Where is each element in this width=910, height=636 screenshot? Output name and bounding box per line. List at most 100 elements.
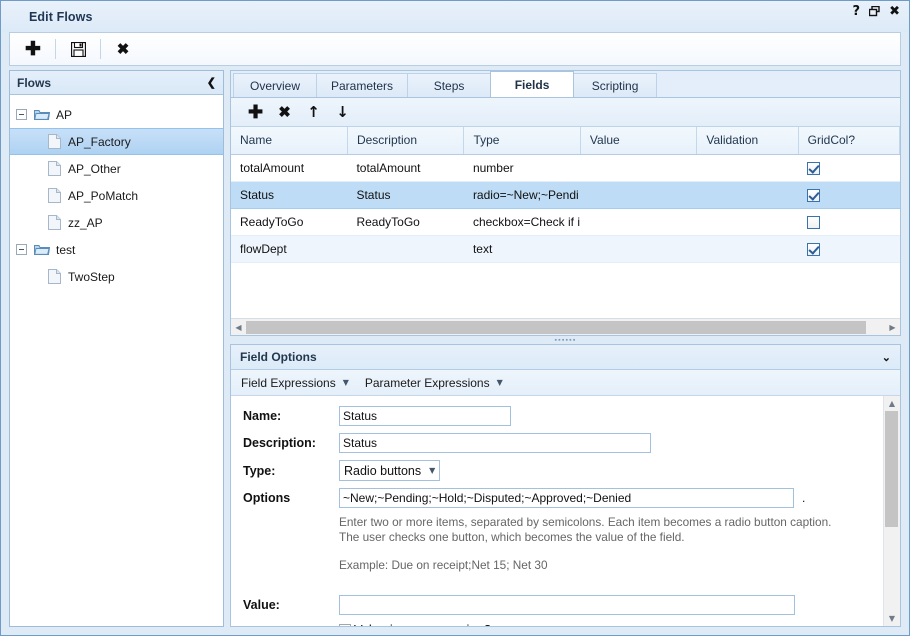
- tree-item-test[interactable]: test: [10, 236, 223, 263]
- help-icon[interactable]: ?: [853, 5, 861, 18]
- tree-item-twostep[interactable]: TwoStep: [10, 263, 223, 290]
- cell-type: checkbox=Check if it: [464, 208, 580, 235]
- value-is-expression-checkbox[interactable]: [339, 624, 351, 627]
- tree-item-ap[interactable]: AP: [10, 101, 223, 128]
- tab-parameters[interactable]: Parameters: [316, 73, 408, 97]
- description-label: Description:: [243, 436, 339, 450]
- scroll-up-icon[interactable]: ▲: [884, 396, 900, 411]
- tab-label: Overview: [250, 79, 300, 93]
- table-row[interactable]: StatusStatusradio=~New;~Pendi: [231, 181, 900, 208]
- restore-icon[interactable]: [869, 6, 880, 17]
- cell-validation: [697, 154, 798, 181]
- flow-editor-panel: Overview ParametersSteps Fields Scripting ✚…: [230, 70, 901, 627]
- grid-column-name[interactable]: Name: [231, 127, 347, 154]
- scroll-down-icon[interactable]: ▼: [884, 611, 900, 626]
- help-line-1: Enter two or more items, separated by se…: [339, 515, 883, 530]
- field-options-form: Name: Description: Type: Radio buttons ▼: [231, 396, 883, 626]
- value-is-expression-label: Value is an expression?: [354, 622, 491, 626]
- tab-overview[interactable]: Overview: [233, 73, 317, 97]
- body-area: Flows ❮ APAP_FactoryAP_OtherAP_PoMatchzz…: [1, 70, 909, 635]
- tree-expander-icon[interactable]: [16, 244, 27, 255]
- description-input[interactable]: [339, 433, 651, 453]
- tree-item-label: AP_Other: [68, 162, 121, 176]
- move-field-up-button[interactable]: ↑: [299, 99, 328, 126]
- options-label: Options: [243, 491, 339, 505]
- cell-value: [580, 208, 696, 235]
- grid-body: totalAmounttotalAmountnumberStatusStatus…: [231, 154, 900, 262]
- collapse-panel-icon[interactable]: ❮: [207, 76, 216, 89]
- grid-column-validation[interactable]: Validation: [697, 127, 798, 154]
- grid-column-description[interactable]: Description: [347, 127, 463, 154]
- tab-fields[interactable]: Fields: [490, 71, 574, 97]
- grid-header-row: NameDescriptionTypeValueValidationGridCo…: [231, 127, 900, 154]
- vscroll-track[interactable]: [884, 411, 900, 611]
- name-row: Name:: [243, 406, 883, 426]
- name-input[interactable]: [339, 406, 511, 426]
- tree-item-label: AP: [56, 108, 72, 122]
- cell-gridcol[interactable]: [798, 208, 899, 235]
- tab-label: Fields: [515, 78, 550, 92]
- flows-panel: Flows ❮ APAP_FactoryAP_OtherAP_PoMatchzz…: [9, 70, 224, 627]
- fields-grid-toolbar: ✚ ✖ ↑ ↓: [231, 98, 900, 127]
- value-expression-row: Value is an expression?: [339, 622, 883, 626]
- tree-item-ap-pomatch[interactable]: AP_PoMatch: [10, 182, 223, 209]
- tree-item-label: zz_AP: [68, 216, 103, 230]
- cell-name: totalAmount: [231, 154, 347, 181]
- field-options-menubar: Field Expressions ▼ Parameter Expression…: [231, 370, 900, 396]
- field-options-title: Field Options: [240, 350, 317, 364]
- type-select[interactable]: Radio buttons ▼: [339, 460, 440, 481]
- panel-splitter[interactable]: ▪▪▪▪▪▪: [230, 336, 901, 344]
- chevron-down-icon: ▼: [429, 466, 435, 475]
- scroll-right-icon[interactable]: ▶: [885, 320, 900, 335]
- tab-scripting[interactable]: Scripting: [573, 73, 657, 97]
- cell-gridcol[interactable]: [798, 235, 899, 262]
- type-row: Type: Radio buttons ▼: [243, 460, 883, 481]
- menu-field-expressions-label: Field Expressions: [241, 376, 336, 390]
- hscroll-track[interactable]: [246, 320, 885, 335]
- options-row: Options .: [243, 488, 883, 508]
- grid-horizontal-scrollbar[interactable]: ◀ ▶: [231, 318, 900, 335]
- grid-column-type[interactable]: Type: [464, 127, 580, 154]
- field-options-vertical-scrollbar[interactable]: ▲ ▼: [883, 396, 900, 626]
- options-input[interactable]: [339, 488, 794, 508]
- cell-gridcol[interactable]: [798, 154, 899, 181]
- help-line-2: The user checks one button, which become…: [339, 530, 883, 545]
- gridcol-checkbox[interactable]: [807, 243, 820, 256]
- move-field-down-button[interactable]: ↓: [328, 99, 357, 126]
- flows-tree: AP AP_Factory AP_Other AP_PoMatch zz_APtestT…: [10, 95, 223, 626]
- tab-steps[interactable]: Steps: [407, 73, 491, 97]
- tree-item-ap-factory[interactable]: AP_Factory: [10, 128, 223, 155]
- field-options-header: Field Options ⌄: [231, 345, 900, 370]
- tree-item-ap-other[interactable]: AP_Other: [10, 155, 223, 182]
- vscroll-thumb[interactable]: [885, 411, 898, 527]
- delete-flow-button[interactable]: ✖: [106, 33, 140, 65]
- delete-field-button[interactable]: ✖: [270, 99, 299, 126]
- menu-parameter-expressions[interactable]: Parameter Expressions ▼: [365, 376, 503, 390]
- gridcol-checkbox[interactable]: [807, 162, 820, 175]
- hscroll-thumb[interactable]: [246, 321, 866, 334]
- table-row[interactable]: flowDepttext: [231, 235, 900, 262]
- table-row[interactable]: totalAmounttotalAmountnumber: [231, 154, 900, 181]
- cell-type: number: [464, 154, 580, 181]
- table-row[interactable]: ReadyToGoReadyToGocheckbox=Check if it: [231, 208, 900, 235]
- fields-grid: NameDescriptionTypeValueValidationGridCo…: [231, 127, 900, 263]
- cell-value: [580, 235, 696, 262]
- gridcol-checkbox[interactable]: [807, 189, 820, 202]
- gridcol-checkbox[interactable]: [807, 216, 820, 229]
- grid-column-gridcol-[interactable]: GridCol?: [798, 127, 899, 154]
- value-input[interactable]: [339, 595, 795, 615]
- add-field-button[interactable]: ✚: [241, 99, 270, 126]
- tree-expander-icon[interactable]: [16, 109, 27, 120]
- chevron-down-icon[interactable]: ⌄: [882, 351, 891, 364]
- cell-gridcol[interactable]: [798, 181, 899, 208]
- tree-item-label: AP_Factory: [68, 135, 131, 149]
- save-button[interactable]: [61, 33, 95, 65]
- new-flow-button[interactable]: ✚: [16, 33, 50, 65]
- close-icon[interactable]: ✖: [889, 5, 900, 18]
- tree-item-zz-ap[interactable]: zz_AP: [10, 209, 223, 236]
- grid-column-value[interactable]: Value: [580, 127, 696, 154]
- cell-value: [580, 154, 696, 181]
- type-select-value: Radio buttons: [344, 464, 421, 478]
- scroll-left-icon[interactable]: ◀: [231, 320, 246, 335]
- menu-field-expressions[interactable]: Field Expressions ▼: [241, 376, 349, 390]
